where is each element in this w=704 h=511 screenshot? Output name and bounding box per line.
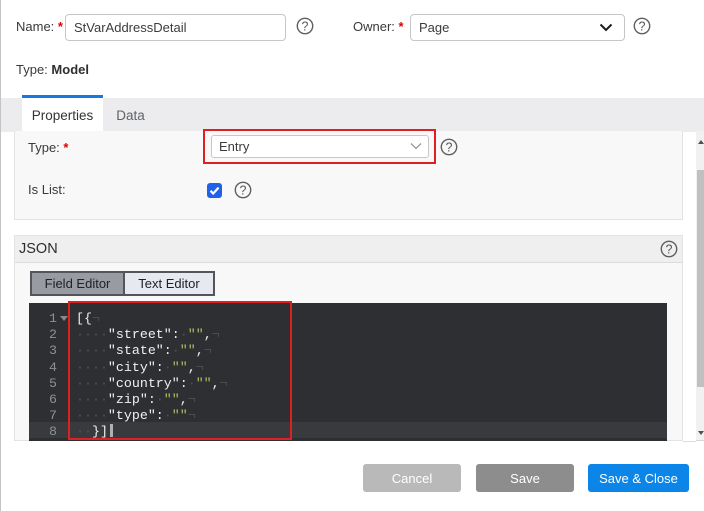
svg-text:?: ? [302, 20, 309, 34]
svg-text:?: ? [240, 184, 247, 198]
svg-text:?: ? [666, 243, 673, 257]
svg-text:?: ? [446, 141, 453, 155]
svg-text:?: ? [639, 20, 646, 34]
